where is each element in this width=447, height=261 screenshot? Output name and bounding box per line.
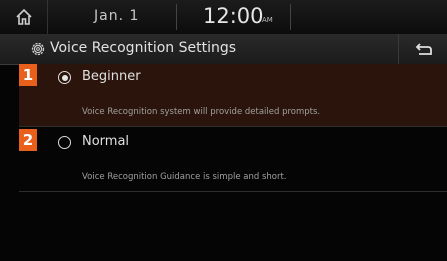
option-row-beginner[interactable]: 1 Beginner Voice Recognition system will…: [19, 64, 447, 127]
page-title: Voice Recognition Settings: [50, 40, 237, 56]
date-display: Jan. 1: [94, 8, 140, 24]
radio-button-normal[interactable]: [58, 136, 71, 149]
divider: [176, 4, 177, 30]
radio-button-beginner[interactable]: [58, 71, 71, 84]
back-button[interactable]: [398, 34, 447, 64]
option-label: Beginner: [82, 69, 141, 84]
option-number-badge: 1: [19, 64, 37, 86]
option-description: Voice Recognition Guidance is simple and…: [82, 172, 287, 182]
home-icon: [15, 8, 32, 25]
home-button[interactable]: [0, 0, 48, 34]
gear-icon: [31, 42, 45, 56]
back-arrow-icon: [415, 43, 432, 55]
status-bar: Jan. 1 12:00 AM: [0, 0, 447, 34]
divider: [290, 4, 291, 30]
clock-ampm: AM: [262, 16, 273, 24]
option-number-badge: 2: [19, 129, 37, 151]
option-row-normal[interactable]: 2 Normal Voice Recognition Guidance is s…: [19, 129, 447, 192]
option-description: Voice Recognition system will provide de…: [82, 107, 321, 117]
title-bar: Voice Recognition Settings: [0, 34, 447, 65]
option-label: Normal: [82, 134, 130, 149]
clock-time: 12:00: [203, 4, 264, 28]
